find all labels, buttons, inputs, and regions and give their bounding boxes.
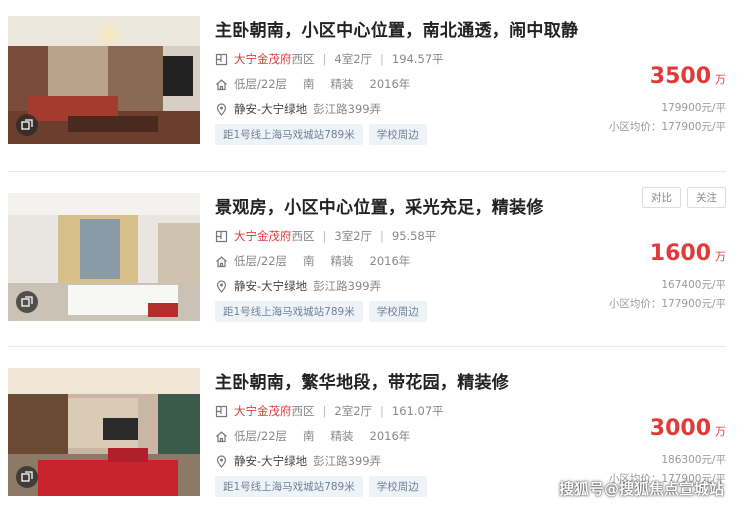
listing-card[interactable]: 对比 关注 景观房，小区中心位置，采光充足，精装修 大宁金茂府 西区 | 3室2… — [0, 177, 740, 337]
floor-level: 低层/22层 — [234, 429, 288, 443]
address: 彭江路399弄 — [313, 279, 382, 293]
total-price: 3000 万 — [650, 416, 726, 441]
decoration: 精装 — [330, 429, 354, 443]
gallery-icon[interactable] — [16, 291, 38, 313]
floor-area: 95.58平 — [391, 229, 437, 243]
listing-photo[interactable] — [8, 16, 200, 144]
gallery-icon[interactable] — [16, 114, 38, 136]
total-price: 3500 万 — [650, 64, 726, 89]
listing-layout-row: 大宁金茂府 西区 | 3室2厅 | 95.58平 — [215, 228, 436, 244]
floor-level: 低层/22层 — [234, 254, 288, 268]
tag-subway: 距1号线上海马戏城站789米 — [215, 476, 363, 497]
listing-location-row: 静安-大宁绿地 彭江路399弄 — [215, 278, 381, 294]
floor-area: 161.07平 — [391, 404, 444, 418]
district: 西区 — [291, 229, 315, 243]
price-unit: 万 — [715, 250, 726, 263]
listing-layout-row: 大宁金茂府 西区 | 2室2厅 | 161.07平 — [215, 403, 444, 419]
listing-floor-row: 低层/22层 南 精装 2016年 — [215, 428, 410, 444]
location-pin-icon — [215, 279, 228, 293]
location-area[interactable]: 静安-大宁绿地 — [234, 101, 307, 117]
address: 彭江路399弄 — [313, 102, 382, 116]
orientation: 南 — [303, 254, 315, 268]
floorplan-icon — [215, 53, 228, 66]
community-link[interactable]: 大宁金茂府 — [234, 51, 292, 67]
house-icon — [215, 430, 228, 443]
listing-card[interactable]: 主卧朝南，小区中心位置，南北通透，闹中取静 大宁金茂府 西区 | 4室2厅 | … — [0, 0, 740, 160]
orientation: 南 — [303, 77, 315, 91]
follow-button[interactable]: 关注 — [687, 187, 726, 208]
tag-subway: 距1号线上海马戏城站789米 — [215, 124, 363, 145]
unit-price: 179900元/平 — [661, 102, 726, 114]
community-avg-price: 小区均价：177900元/平 — [608, 121, 726, 133]
price-unit: 万 — [715, 425, 726, 438]
tag-subway: 距1号线上海马戏城站789米 — [215, 301, 363, 322]
listing-photo[interactable] — [8, 368, 200, 496]
decoration: 精装 — [330, 254, 354, 268]
tag-school: 学校周边 — [368, 301, 427, 322]
location-pin-icon — [215, 454, 228, 468]
tag-school: 学校周边 — [368, 476, 427, 497]
listing-tags: 距1号线上海马戏城站789米 学校周边 — [215, 476, 433, 497]
listing-title[interactable]: 主卧朝南，小区中心位置，南北通透，闹中取静 — [215, 16, 578, 41]
build-year: 2016年 — [369, 77, 411, 91]
room-layout: 2室2厅 — [334, 404, 373, 418]
listing-tags: 距1号线上海马戏城站789米 学校周边 — [215, 301, 433, 322]
listing-title[interactable]: 景观房，小区中心位置，采光充足，精装修 — [215, 193, 544, 218]
floorplan-icon — [215, 230, 228, 243]
listing-photo[interactable] — [8, 193, 200, 321]
price-unit: 万 — [715, 73, 726, 86]
listing-floor-row: 低层/22层 南 精装 2016年 — [215, 253, 410, 269]
address: 彭江路399弄 — [313, 454, 382, 468]
community-link[interactable]: 大宁金茂府 — [234, 228, 292, 244]
price-value: 1600 — [649, 241, 711, 266]
watermark: 搜狐号@搜狐焦点宣城站 — [558, 480, 724, 498]
divider — [8, 171, 726, 172]
room-layout: 3室2厅 — [334, 229, 373, 243]
floor-level: 低层/22层 — [234, 77, 288, 91]
unit-price: 167400元/平 — [661, 279, 726, 291]
price-value: 3000 — [649, 416, 711, 441]
listing-location-row: 静安-大宁绿地 彭江路399弄 — [215, 453, 381, 469]
district: 西区 — [291, 52, 315, 66]
compare-button[interactable]: 对比 — [642, 187, 681, 208]
orientation: 南 — [303, 429, 315, 443]
build-year: 2016年 — [369, 429, 411, 443]
total-price: 1600 万 — [650, 241, 726, 266]
floor-area: 194.57平 — [391, 52, 444, 66]
unit-price: 186300元/平 — [661, 454, 726, 466]
listing-layout-row: 大宁金茂府 西区 | 4室2厅 | 194.57平 — [215, 51, 444, 67]
floorplan-icon — [215, 405, 228, 418]
build-year: 2016年 — [369, 254, 411, 268]
price-value: 3500 — [649, 64, 711, 89]
community-avg-price: 小区均价：177900元/平 — [608, 298, 726, 310]
district: 西区 — [291, 404, 315, 418]
listing-actions: 对比 关注 — [636, 187, 726, 208]
listing-floor-row: 低层/22层 南 精装 2016年 — [215, 76, 410, 92]
divider — [8, 346, 726, 347]
house-icon — [215, 255, 228, 268]
room-layout: 4室2厅 — [334, 52, 373, 66]
community-link[interactable]: 大宁金茂府 — [234, 403, 292, 419]
tag-school: 学校周边 — [368, 124, 427, 145]
location-pin-icon — [215, 102, 228, 116]
listing-title[interactable]: 主卧朝南，繁华地段，带花园，精装修 — [215, 368, 509, 393]
gallery-icon[interactable] — [16, 466, 38, 488]
listing-tags: 距1号线上海马戏城站789米 学校周边 — [215, 124, 433, 145]
house-icon — [215, 78, 228, 91]
listing-location-row: 静安-大宁绿地 彭江路399弄 — [215, 101, 381, 117]
location-area[interactable]: 静安-大宁绿地 — [234, 453, 307, 469]
decoration: 精装 — [330, 77, 354, 91]
location-area[interactable]: 静安-大宁绿地 — [234, 278, 307, 294]
